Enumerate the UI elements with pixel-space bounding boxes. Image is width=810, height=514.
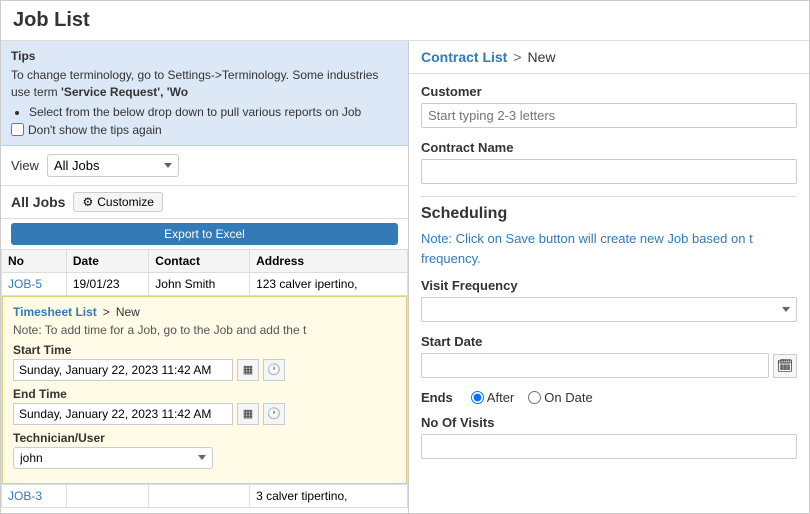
tips-bullet: Select from the below drop down to pull … <box>29 105 398 119</box>
after-label-text: After <box>487 390 514 405</box>
timesheet-list-link[interactable]: Timesheet List <box>13 305 97 319</box>
no-of-visits-label: No Of Visits <box>421 415 797 430</box>
on-date-radio-label[interactable]: On Date <box>528 390 592 405</box>
start-date-calendar-icon[interactable]: 🗓 <box>773 354 797 378</box>
export-button[interactable]: Export to Excel <box>11 223 398 245</box>
contract-name-label: Contract Name <box>421 140 797 155</box>
technician-select[interactable]: john <box>13 447 213 469</box>
contract-name-input[interactable] <box>421 159 797 184</box>
scheduling-note: Note: Click on Save button will create n… <box>421 229 797 268</box>
all-jobs-title: All Jobs <box>11 194 65 210</box>
job-address-5: 123 calver ipertino, <box>250 272 408 295</box>
start-date-label: Start Date <box>421 334 797 349</box>
technician-label: Technician/User <box>13 431 396 445</box>
after-radio-label[interactable]: After <box>471 390 514 405</box>
job-address-3: 3 calver tipertino, <box>250 484 408 507</box>
dont-show-checkbox[interactable] <box>11 123 24 136</box>
scheduling-heading: Scheduling <box>421 205 797 223</box>
table-row: JOB-3 3 calver tipertino, <box>2 484 408 507</box>
start-calendar-icon[interactable]: ▦ <box>237 359 259 381</box>
tips-title: Tips <box>11 49 398 63</box>
start-time-input[interactable] <box>13 359 233 381</box>
visit-freq-label: Visit Frequency <box>421 278 797 293</box>
job-link-5[interactable]: JOB-5 <box>8 277 42 291</box>
end-time-label: End Time <box>13 387 396 401</box>
after-radio[interactable] <box>471 391 484 404</box>
end-time-input[interactable] <box>13 403 233 425</box>
timesheet-sep: > <box>103 305 110 319</box>
view-label: View <box>11 158 39 173</box>
job-contact-3 <box>149 484 250 507</box>
breadcrumb-sep: > <box>513 49 521 65</box>
col-no: No <box>2 249 67 272</box>
job-link-3[interactable]: JOB-3 <box>8 489 42 503</box>
end-calendar-icon[interactable]: ▦ <box>237 403 259 425</box>
on-date-radio[interactable] <box>528 391 541 404</box>
on-date-label-text: On Date <box>544 390 592 405</box>
customer-input[interactable] <box>421 103 797 128</box>
dont-show-label: Don't show the tips again <box>28 123 162 137</box>
end-clock-icon[interactable]: 🕐 <box>263 403 285 425</box>
ends-label: Ends <box>421 390 453 405</box>
start-clock-icon[interactable]: 🕐 <box>263 359 285 381</box>
timesheet-new: New <box>116 305 140 319</box>
job-date-3 <box>66 484 148 507</box>
job-date-5: 19/01/23 <box>66 272 148 295</box>
col-contact: Contact <box>149 249 250 272</box>
col-address: Address <box>250 249 408 272</box>
timesheet-note: Note: To add time for a Job, go to the J… <box>13 323 396 337</box>
visit-freq-select[interactable] <box>421 297 797 322</box>
table-row: JOB-5 19/01/23 John Smith 123 calver ipe… <box>2 272 408 295</box>
gear-icon: ⚙ <box>82 195 93 209</box>
no-of-visits-input[interactable] <box>421 434 797 459</box>
customize-button[interactable]: ⚙ Customize <box>73 192 162 212</box>
col-date: Date <box>66 249 148 272</box>
customer-label: Customer <box>421 84 797 99</box>
job-contact-5: John Smith <box>149 272 250 295</box>
view-select[interactable]: All Jobs My Jobs Unassigned Jobs <box>47 154 179 177</box>
start-time-label: Start Time <box>13 343 396 357</box>
start-date-input[interactable] <box>421 353 769 378</box>
timesheet-popup-row: Timesheet List > New Note: To add time f… <box>2 295 408 484</box>
tips-text: To change terminology, go to Settings->T… <box>11 67 398 101</box>
breadcrumb-new: New <box>528 49 556 65</box>
contract-list-link[interactable]: Contract List <box>421 49 507 65</box>
page-title: Job List <box>13 9 797 32</box>
